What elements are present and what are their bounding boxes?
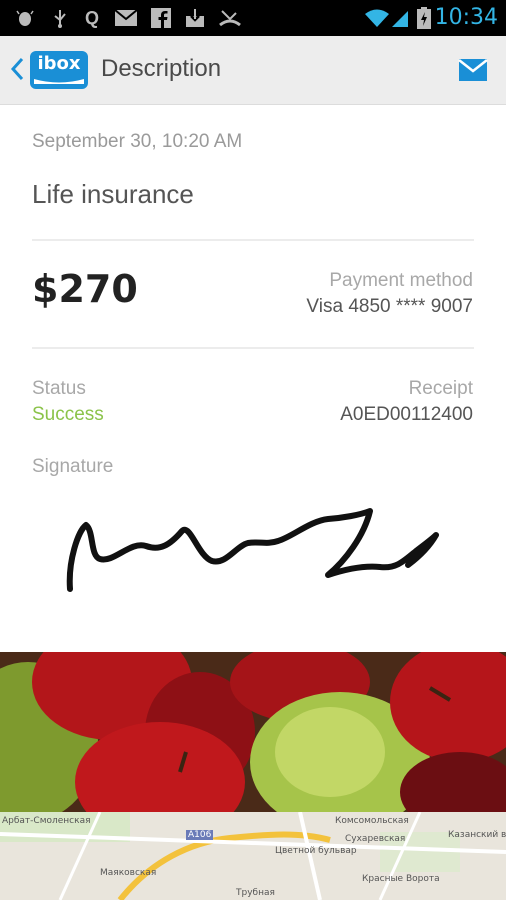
map-label: Цветной бульвар [275,846,357,856]
map-label: Сухаревская [345,834,406,844]
missed-call-icon [218,8,242,28]
logo-text: ibox [37,53,81,74]
logo-swoosh-icon [34,79,84,84]
divider [32,347,474,349]
category-photo [0,652,506,812]
receipt-label: Receipt [408,378,473,399]
ibox-logo[interactable]: ibox [30,51,88,89]
transaction-purpose: Life insurance [32,179,194,209]
transaction-amount: $270 [32,267,138,311]
payment-method-value: Visa 4850 **** 9007 [306,296,473,317]
q-app-icon: Q [84,7,99,28]
mail-icon[interactable] [458,58,488,82]
map-label: Казанский вокзал [448,830,506,840]
map-label: Арбат-Смоленская [2,816,91,826]
status-label: Status [32,378,86,399]
usb-icon [50,8,70,28]
map-label: Комсомольская [335,816,409,826]
clock: 10:34 [434,5,498,30]
map-label: Красные Ворота [362,874,440,884]
map-road-badge: A106 [186,830,214,840]
receipt-number: A0ED00112400 [340,404,473,425]
map-label: Маяковская [100,868,157,878]
battery-charging-icon [414,7,434,29]
divider [32,239,474,241]
facebook-icon [150,8,172,28]
android-debug-icon [14,8,36,28]
receipt-card: September 30, 10:20 AM Life insurance $2… [0,105,506,652]
gmail-icon [114,8,138,28]
download-icon [184,8,206,28]
back-chevron-icon[interactable] [8,54,26,84]
payment-method-label: Payment method [329,270,473,291]
signature-label: Signature [32,456,114,477]
wifi-icon [364,8,390,28]
page-title: Description [101,55,222,82]
status-bar: Q 10:34 [0,0,506,36]
location-map[interactable]: Арбат-Смоленская Маяковская Цветной буль… [0,812,506,900]
signal-icon [390,8,410,28]
signature-image [66,508,439,592]
transaction-date: September 30, 10:20 AM [32,131,243,152]
apples-image [0,652,506,812]
map-label: Трубная [236,888,275,898]
status-value: Success [32,404,104,425]
app-bar: ibox Description [0,36,506,105]
